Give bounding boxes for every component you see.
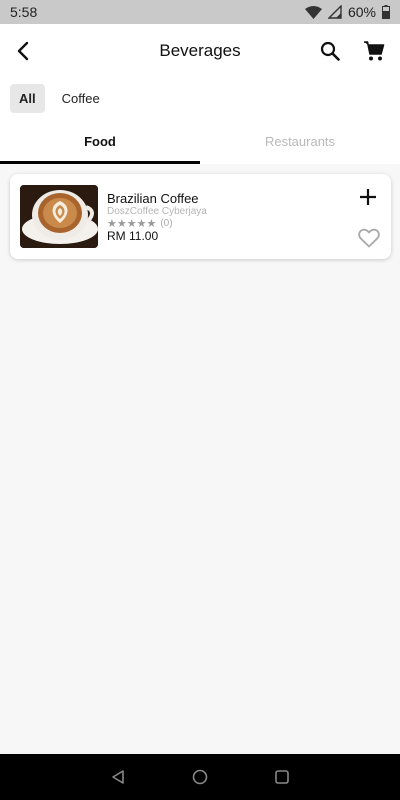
status-icons: 60%	[304, 4, 390, 20]
tab-restaurants[interactable]: Restaurants	[200, 118, 400, 164]
product-image	[20, 185, 98, 248]
status-bar: 5:58 60%	[0, 0, 400, 24]
nav-home-button[interactable]	[190, 767, 210, 787]
status-time: 5:58	[10, 4, 38, 20]
app-bar: Beverages	[0, 24, 400, 78]
favorite-button[interactable]	[357, 227, 381, 249]
rating-count: (0)	[160, 218, 173, 229]
chip-coffee[interactable]: Coffee	[53, 84, 109, 113]
signal-icon	[327, 5, 342, 19]
tab-bar: Food Restaurants	[0, 118, 400, 164]
search-button[interactable]	[316, 37, 344, 65]
heart-icon	[358, 228, 380, 248]
nav-recents-button[interactable]	[272, 767, 292, 787]
product-name: Brazilian Coffee	[107, 191, 199, 206]
search-icon	[320, 41, 340, 61]
category-chips: All Coffee	[0, 78, 400, 118]
tab-food[interactable]: Food	[0, 118, 200, 164]
wifi-icon	[304, 5, 322, 19]
back-button[interactable]	[10, 37, 38, 65]
product-price: RM 11.00	[107, 229, 159, 243]
add-to-cart-button[interactable]	[357, 186, 379, 208]
chip-all[interactable]: All	[10, 83, 45, 113]
cart-button[interactable]	[360, 37, 388, 65]
system-navigation-bar	[0, 754, 400, 800]
nav-back-button[interactable]	[108, 767, 128, 787]
battery-icon	[382, 5, 390, 19]
home-circle-icon	[192, 769, 208, 785]
battery-level: 60%	[347, 4, 376, 20]
cart-icon	[364, 41, 385, 61]
back-arrow-icon	[17, 41, 29, 61]
back-triangle-icon	[112, 770, 124, 784]
recents-square-icon	[275, 770, 289, 784]
product-card[interactable]: Brazilian Coffee DoszCoffee Cyberjaya ★★…	[10, 174, 391, 259]
product-shop: DoszCoffee Cyberjaya	[107, 206, 207, 217]
plus-icon	[360, 189, 376, 205]
